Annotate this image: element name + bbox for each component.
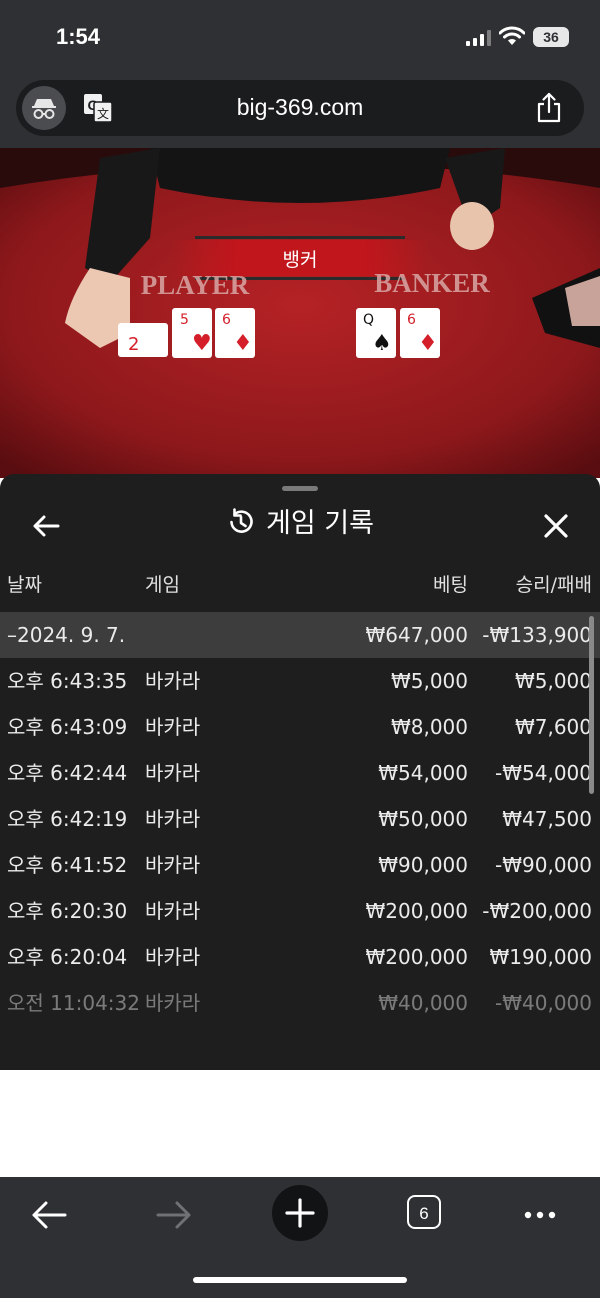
cellular-signal-icon [466, 30, 491, 46]
summary-date: –2024. 9. 7. [7, 623, 126, 647]
row-bet: ₩8,000 [390, 715, 468, 739]
table-row[interactable]: 오후 6:20:04 바카라 ₩200,000 ₩190,000 [0, 934, 600, 980]
arrow-right-icon[interactable] [150, 1191, 198, 1239]
summary-win-loss: -₩133,900 [482, 623, 592, 647]
table-header: 날짜 게임 베팅 승리/패배 [0, 570, 600, 610]
svg-text:6: 6 [407, 312, 416, 328]
battery-indicator: 36 [533, 27, 569, 47]
row-game: 바카라 [145, 761, 201, 785]
row-win-loss: -₩40,000 [495, 991, 592, 1015]
row-time: 오후 6:42:44 [7, 761, 128, 785]
home-indicator[interactable] [193, 1277, 407, 1283]
row-game: 바카라 [145, 945, 201, 969]
history-table[interactable]: –2024. 9. 7. ₩647,000 -₩133,900 오후 6:43:… [0, 612, 600, 1026]
row-bet: ₩54,000 [378, 761, 468, 785]
table-row[interactable]: 오후 6:42:19 바카라 ₩50,000 ₩47,500 [0, 796, 600, 842]
svg-text:♦: ♦ [418, 331, 438, 356]
plus-icon [285, 1198, 315, 1228]
row-game: 바카라 [145, 899, 201, 923]
table-row[interactable]: 오후 6:43:35 바카라 ₩5,000 ₩5,000 [0, 658, 600, 704]
table-row[interactable]: 오후 6:41:52 바카라 ₩90,000 -₩90,000 [0, 842, 600, 888]
row-time: 오후 6:20:04 [7, 945, 128, 969]
row-win-loss: -₩90,000 [495, 853, 592, 877]
row-win-loss: ₩47,500 [502, 807, 592, 831]
panel-title-group: 게임 기록 [0, 504, 600, 544]
arrow-left-icon[interactable] [25, 1191, 73, 1239]
player-label: PLAYER [141, 270, 250, 300]
history-icon [230, 508, 253, 533]
wifi-icon [499, 26, 525, 45]
svg-text:5: 5 [180, 312, 189, 328]
row-win-loss: -₩200,000 [482, 899, 592, 923]
row-bet: ₩200,000 [365, 945, 468, 969]
table-row[interactable]: 오전 11:04:32 바카라 ₩40,000 -₩40,000 [0, 980, 600, 1026]
row-time: 오후 6:43:35 [7, 669, 128, 693]
table-row[interactable]: 오후 6:20:30 바카라 ₩200,000 -₩200,000 [0, 888, 600, 934]
row-time: 오전 11:04:32 [7, 991, 140, 1015]
row-time: 오후 6:42:19 [7, 807, 128, 831]
more-icon[interactable] [516, 1191, 564, 1239]
row-game: 바카라 [145, 853, 201, 877]
url-field[interactable]: G 文 big-369.com [16, 80, 584, 136]
svg-text:Q: Q [363, 312, 374, 328]
banker-label: BANKER [374, 268, 490, 298]
header-bet: 베팅 [433, 574, 468, 596]
row-bet: ₩200,000 [365, 899, 468, 923]
address-bar: G 文 big-369.com [0, 76, 600, 148]
game-history-panel: 게임 기록 날짜 게임 베팅 승리/패배 –2024. 9. 7. ₩647,0… [0, 474, 600, 1070]
header-win-loss: 승리/패배 [515, 574, 592, 596]
row-game: 바카라 [145, 991, 201, 1015]
svg-text:♦: ♦ [233, 331, 253, 356]
url-text[interactable]: big-369.com [16, 94, 584, 121]
status-time: 1:54 [56, 24, 101, 49]
game-video-area[interactable]: 뱅커 PLAYER BANKER 2 5 ♥ 6 ♦ Q ♠ 6 ♦ [0, 148, 600, 478]
row-win-loss: ₩5,000 [514, 669, 592, 693]
close-icon[interactable] [538, 508, 574, 544]
row-bet: ₩50,000 [378, 807, 468, 831]
header-game: 게임 [145, 574, 180, 596]
row-time: 오후 6:20:30 [7, 899, 128, 923]
table-row[interactable]: 오후 6:43:09 바카라 ₩8,000 ₩7,600 [0, 704, 600, 750]
summary-bet: ₩647,000 [365, 623, 468, 647]
panel-title: 게임 기록 [266, 508, 374, 539]
row-win-loss: ₩190,000 [489, 945, 592, 969]
dealer-right-hand [450, 202, 494, 250]
table-row[interactable]: 오후 6:42:44 바카라 ₩54,000 -₩54,000 [0, 750, 600, 796]
row-win-loss: -₩54,000 [495, 761, 592, 785]
row-time: 오후 6:43:09 [7, 715, 128, 739]
scrollbar[interactable] [589, 616, 594, 794]
svg-text:2: 2 [128, 334, 139, 355]
row-win-loss: ₩7,600 [514, 715, 592, 739]
status-bar: 1:54 36 [0, 0, 600, 76]
row-bet: ₩90,000 [378, 853, 468, 877]
row-game: 바카라 [145, 715, 201, 739]
browser-toolbar: 6 [0, 1177, 600, 1298]
tabs-icon[interactable]: 6 [407, 1195, 441, 1229]
header-date: 날짜 [7, 574, 42, 596]
baccarat-table-scene: 뱅커 PLAYER BANKER 2 5 ♥ 6 ♦ Q ♠ 6 ♦ [0, 148, 600, 478]
drag-handle[interactable] [282, 486, 318, 491]
row-game: 바카라 [145, 807, 201, 831]
row-time: 오후 6:41:52 [7, 853, 128, 877]
svg-text:♥: ♥ [192, 331, 212, 356]
player-card [118, 323, 168, 357]
row-bet: ₩40,000 [378, 991, 468, 1015]
result-banner: 뱅커 [283, 249, 318, 271]
svg-text:♠: ♠ [372, 331, 392, 356]
share-icon[interactable] [534, 92, 564, 124]
new-tab-button[interactable] [272, 1185, 328, 1241]
row-bet: ₩5,000 [390, 669, 468, 693]
row-game: 바카라 [145, 669, 201, 693]
date-summary-row[interactable]: –2024. 9. 7. ₩647,000 -₩133,900 [0, 612, 600, 658]
svg-text:6: 6 [222, 312, 231, 328]
